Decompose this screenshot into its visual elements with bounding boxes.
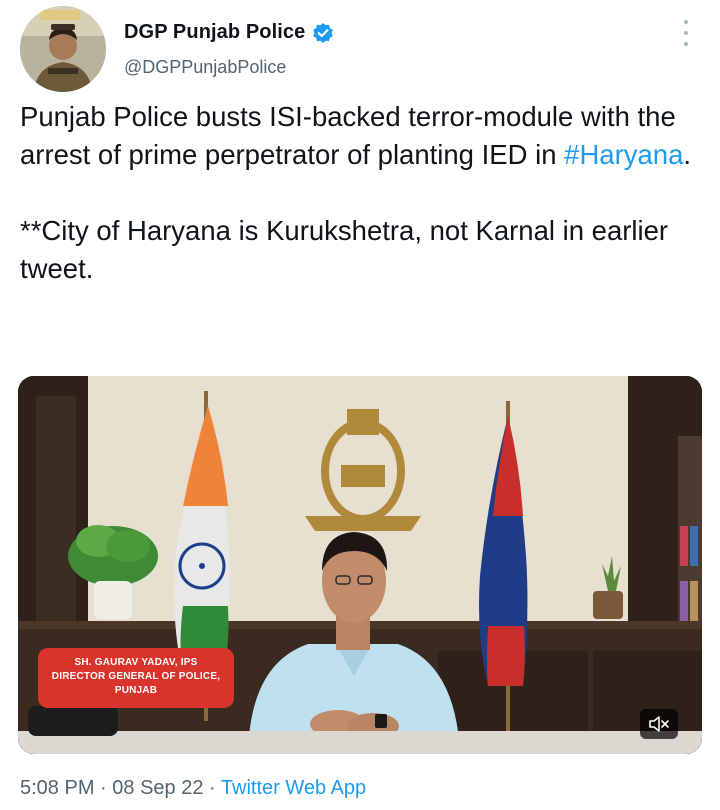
tweet-meta: 5:08 PM · 08 Sep 22 · Twitter Web App	[20, 777, 367, 799]
caption-line-2: DIRECTOR GENERAL OF POLICE,	[51, 671, 221, 682]
hashtag-link[interactable]: #Haryana	[564, 139, 683, 170]
author-handle[interactable]: @DGPPunjabPolice	[124, 57, 286, 78]
tweet-source-app[interactable]: Twitter Web App	[221, 777, 366, 799]
tweet-text: Punjab Police busts ISI-backed terror-mo…	[20, 98, 710, 288]
more-options-icon[interactable]	[680, 20, 692, 46]
tweet-paragraph-2: **City of Haryana is Kurukshetra, not Ka…	[20, 215, 669, 284]
caption-line-1: SH. GAURAV YADAV, IPS	[74, 657, 198, 668]
muted-speaker-icon	[649, 716, 669, 732]
author-display-name-row[interactable]: DGP Punjab Police	[124, 21, 334, 44]
tweet-time[interactable]: 5:08 PM	[20, 777, 94, 799]
tweet-date[interactable]: 08 Sep 22	[112, 777, 203, 799]
video-caption-badge: SH. GAURAV YADAV, IPS DIRECTOR GENERAL O…	[38, 648, 234, 708]
verified-badge-icon	[312, 22, 334, 44]
author-display-name[interactable]: DGP Punjab Police	[124, 21, 305, 44]
caption-line-3: PUNJAB	[114, 685, 158, 696]
tweet-paragraph-1: Punjab Police busts ISI-backed terror-mo…	[20, 101, 692, 170]
author-avatar[interactable]	[20, 6, 106, 92]
tweet-video[interactable]: SH. GAURAV YADAV, IPS DIRECTOR GENERAL O…	[18, 376, 702, 754]
mute-toggle-button[interactable]	[640, 709, 678, 739]
